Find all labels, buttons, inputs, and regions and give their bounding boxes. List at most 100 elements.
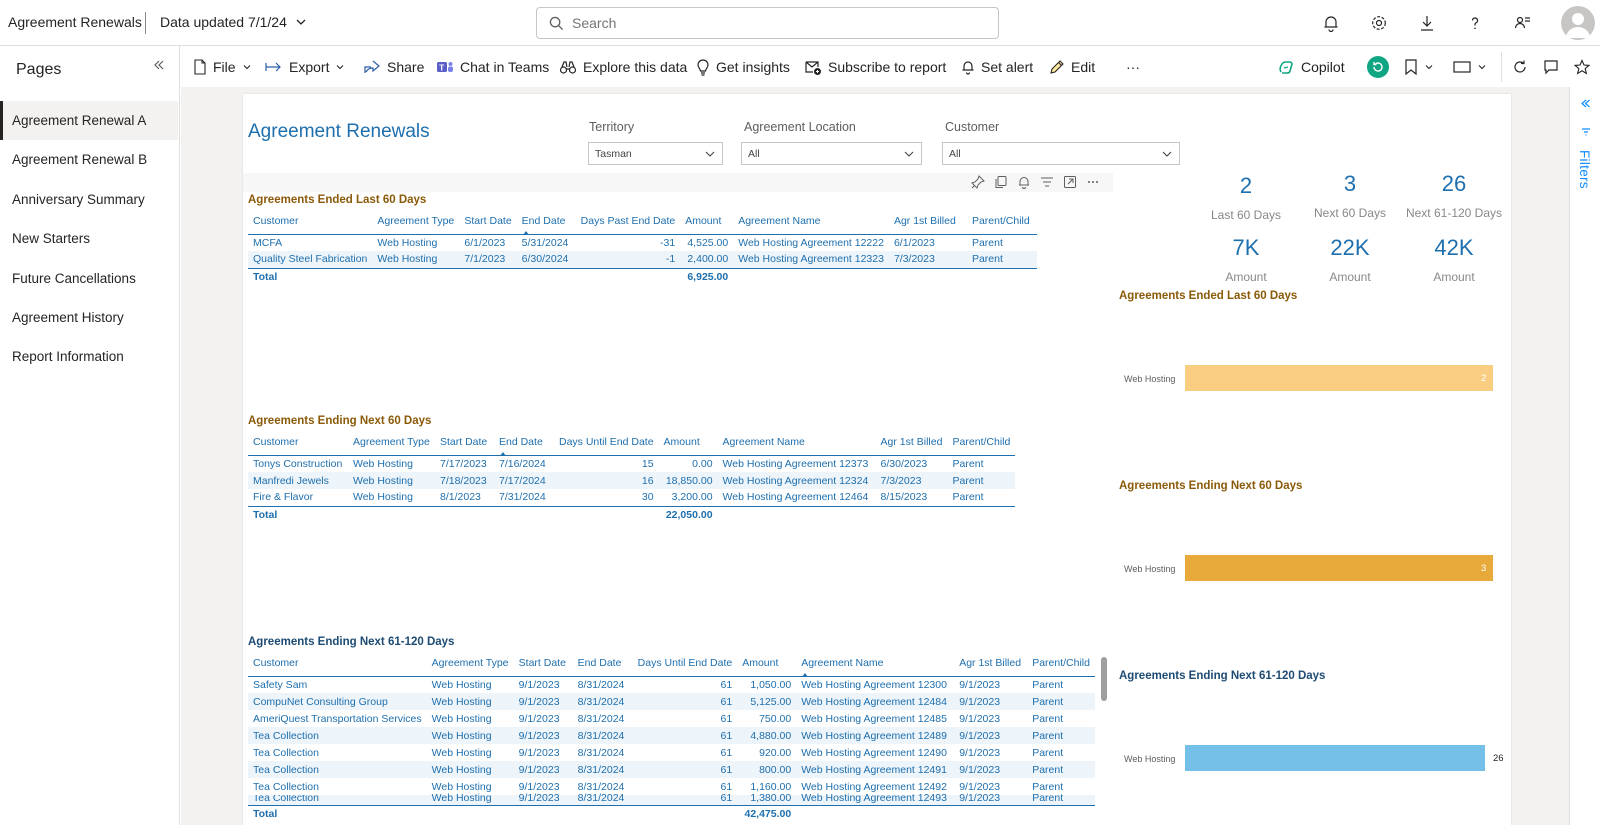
pin-visual-icon[interactable]	[971, 175, 985, 189]
explore-data-button[interactable]: Explore this data	[559, 56, 687, 78]
column-header[interactable]: Days Until End Date	[632, 657, 738, 677]
column-header[interactable]: Agreement Name	[733, 215, 889, 235]
get-insights-button[interactable]: Get insights	[696, 56, 790, 78]
subscribe-report-button[interactable]: Subscribe to report	[805, 56, 946, 78]
table-row[interactable]: Tea Collection Web Hosting 9/1/2023 8/31…	[248, 744, 1095, 761]
column-header-sorted[interactable]: End Date	[516, 215, 576, 235]
table-row[interactable]: Tonys Construction Web Hosting 7/17/2023…	[248, 455, 1015, 472]
column-header-sorted[interactable]: End Date	[494, 436, 554, 456]
copilot-button[interactable]: Copilot	[1278, 56, 1345, 78]
column-header[interactable]: Agreement Type	[426, 657, 514, 677]
data-updated-dropdown[interactable]: Data updated 7/1/24	[160, 14, 307, 30]
page-item-agreement-renewal-b[interactable]: Agreement Renewal B	[0, 140, 178, 179]
column-header[interactable]: Parent/Child	[1027, 657, 1095, 677]
filters-pane-collapsed[interactable]	[1569, 87, 1600, 825]
page-item-agreement-renewal-a[interactable]: Agreement Renewal A	[0, 101, 178, 140]
search-box[interactable]	[536, 7, 999, 39]
table-row[interactable]: CompuNet Consulting Group Web Hosting 9/…	[248, 693, 1095, 710]
table-row[interactable]: Fire & Flavor Web Hosting 8/1/2023 7/31/…	[248, 489, 1015, 506]
page-item-future-cancellations[interactable]: Future Cancellations	[0, 259, 178, 298]
page-item-agreement-history[interactable]: Agreement History	[0, 298, 178, 337]
collapse-pages-icon[interactable]	[152, 58, 166, 72]
favorite-button[interactable]	[1574, 56, 1590, 78]
column-header[interactable]: Customer	[248, 215, 373, 235]
chevron-down-icon	[1161, 148, 1173, 160]
set-alert-button[interactable]: Set alert	[961, 56, 1033, 78]
column-header[interactable]: Customer	[248, 436, 348, 456]
agreement-location-slicer[interactable]: All	[741, 142, 922, 165]
cell-start-date: 6/1/2023	[464, 236, 506, 249]
filter-visual-icon[interactable]	[1040, 175, 1054, 189]
table-row[interactable]: Tea Collection Web Hosting 9/1/2023 8/31…	[248, 761, 1095, 778]
notifications-bell-icon[interactable]	[1320, 12, 1342, 34]
file-menu-button[interactable]: File	[193, 56, 252, 78]
column-header[interactable]: Amount	[737, 657, 797, 677]
page-item-anniversary-summary[interactable]: Anniversary Summary	[0, 180, 178, 219]
column-header[interactable]: Agr 1st Billed	[888, 215, 967, 235]
cell-agreement-type: Web Hosting	[426, 727, 514, 744]
binoculars-icon	[559, 59, 577, 75]
page-item-new-starters[interactable]: New Starters	[0, 219, 178, 258]
column-header[interactable]: Parent/Child	[947, 436, 1016, 456]
cell-end-date: 7/16/2024	[499, 457, 546, 470]
edit-button[interactable]: Edit	[1049, 56, 1095, 78]
bar-chart-1-bar[interactable]	[1185, 365, 1493, 391]
cell-first-billed: 9/1/2023	[959, 746, 1001, 759]
bar-chart-3-bar[interactable]	[1185, 745, 1485, 771]
kpi-next-61-120-count: 26	[1441, 171, 1467, 196]
copy-visual-icon[interactable]	[994, 175, 1008, 189]
column-header[interactable]: End Date	[572, 657, 633, 677]
page-item-report-information[interactable]: Report Information	[0, 337, 178, 376]
settings-gear-icon[interactable]	[1368, 12, 1390, 34]
focus-mode-icon[interactable]	[1063, 175, 1077, 189]
column-header[interactable]: Customer	[248, 657, 427, 677]
table-row[interactable]: Manfredi Jewels Web Hosting 7/18/2023 7/…	[248, 472, 1016, 489]
help-question-icon[interactable]	[1464, 12, 1486, 34]
table-row[interactable]: Tea Collection Web Hosting 9/1/2023 8/31…	[248, 727, 1095, 744]
download-icon[interactable]	[1416, 12, 1438, 34]
reset-button[interactable]	[1367, 56, 1389, 78]
user-avatar[interactable]	[1561, 6, 1595, 40]
table-row[interactable]: Quality Steel Fabrication Web Hosting 7/…	[248, 251, 1037, 268]
customer-slicer[interactable]: All	[942, 142, 1180, 165]
table-row[interactable]: MCFA Web Hosting 6/1/2023 5/31/2024 -31 …	[248, 234, 1037, 251]
column-header[interactable]: Amount	[680, 215, 734, 235]
column-header[interactable]: Agr 1st Billed	[954, 657, 1028, 677]
bookmark-button[interactable]	[1404, 56, 1434, 78]
cell-amount: 1,050.00	[750, 678, 792, 691]
column-header[interactable]: Parent/Child	[966, 215, 1037, 235]
comments-button[interactable]	[1543, 56, 1559, 78]
share-button[interactable]: Share	[363, 56, 424, 78]
export-menu-button[interactable]: Export	[265, 56, 345, 78]
more-options-icon[interactable]	[1086, 175, 1100, 189]
territory-slicer[interactable]: Tasman	[588, 142, 723, 165]
table-row[interactable]: Safety Sam Web Hosting 9/1/2023 8/31/202…	[248, 676, 1095, 693]
view-button[interactable]	[1453, 56, 1487, 78]
expand-filters-icon[interactable]	[1580, 98, 1591, 109]
share-people-icon[interactable]	[1512, 12, 1534, 34]
bar-chart-2-bar[interactable]	[1185, 555, 1493, 581]
search-input[interactable]	[572, 15, 972, 31]
column-header-sorted[interactable]: Agreement Name	[796, 657, 955, 677]
refresh-button[interactable]	[1512, 56, 1528, 78]
table-row-clipped[interactable]: Tea Collection Web Hosting 9/1/2023 8/31…	[248, 793, 1095, 805]
column-header[interactable]: Agreement Type	[348, 436, 435, 456]
column-header[interactable]: Days Past End Date	[575, 215, 681, 235]
column-header[interactable]: Start Date	[513, 657, 573, 677]
cell-parent-child: Parent	[1032, 712, 1064, 725]
column-header[interactable]: Start Date	[435, 436, 494, 456]
column-header[interactable]: Start Date	[459, 215, 517, 235]
chat-in-teams-button[interactable]: T Chat in Teams	[436, 56, 549, 78]
cell-agreement-name: Web Hosting Agreement 12323	[733, 251, 889, 268]
alert-visual-icon[interactable]	[1017, 175, 1031, 189]
table-row[interactable]: AmeriQuest Transportation Services Web H…	[248, 710, 1095, 727]
column-header[interactable]: Amount	[658, 436, 718, 456]
customer-slicer-label: Customer	[945, 120, 1000, 134]
column-header[interactable]: Agr 1st Billed	[875, 436, 948, 456]
column-header[interactable]: Agreement Name	[717, 436, 876, 456]
more-options-button[interactable]: ···	[1126, 56, 1140, 78]
table3-scrollbar[interactable]	[1101, 657, 1107, 701]
filters-label[interactable]: Filters	[1577, 150, 1592, 189]
column-header[interactable]: Days Until End Date	[554, 436, 659, 456]
column-header[interactable]: Agreement Type	[372, 215, 460, 235]
